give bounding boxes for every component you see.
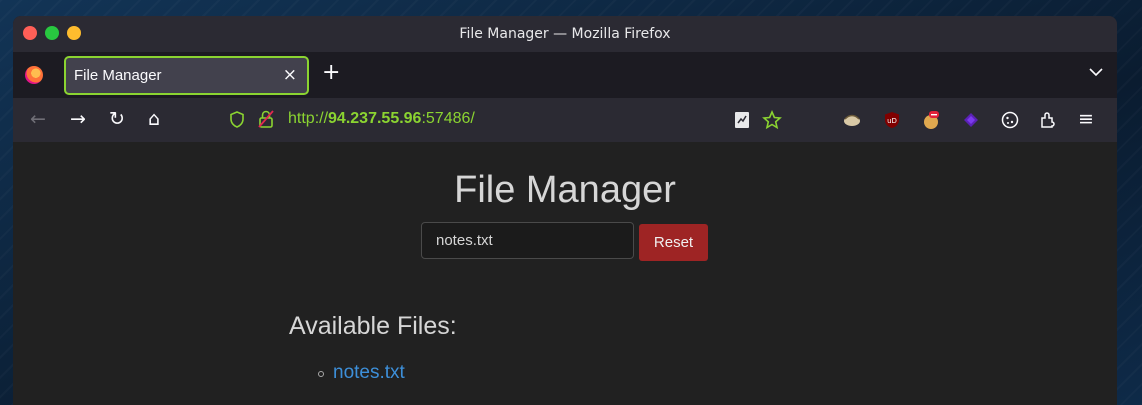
window-controls bbox=[23, 26, 81, 40]
page-content: File Manager Reset Available Files: note… bbox=[13, 142, 1117, 405]
home-button[interactable]: ⌂ bbox=[148, 109, 160, 129]
list-item: notes.txt bbox=[318, 362, 405, 384]
extensions-icon[interactable] bbox=[1038, 110, 1058, 130]
list-all-tabs-chevron-icon[interactable] bbox=[1089, 65, 1103, 81]
page-title: File Manager bbox=[454, 169, 676, 211]
back-button[interactable]: ← bbox=[30, 109, 46, 129]
wappalyzer-icon[interactable] bbox=[961, 110, 981, 130]
app-menu-button[interactable]: ≡ bbox=[1078, 109, 1094, 129]
svg-text:uD: uD bbox=[887, 117, 897, 125]
url-bar[interactable]: http://94.237.55.96:57486/ bbox=[288, 110, 475, 128]
file-link-notes[interactable]: notes.txt bbox=[333, 362, 405, 384]
ublock-origin-icon[interactable]: uD bbox=[882, 110, 902, 130]
foxyproxy-icon[interactable] bbox=[842, 110, 862, 130]
reader-view-icon[interactable] bbox=[732, 110, 752, 130]
title-bar: File Manager — Mozilla Firefox bbox=[13, 16, 1117, 52]
bullet-icon bbox=[318, 371, 324, 377]
firefox-icon[interactable] bbox=[25, 66, 43, 84]
insecure-lock-icon[interactable] bbox=[258, 110, 274, 128]
cookie-icon[interactable] bbox=[1000, 110, 1020, 130]
forward-button[interactable]: → bbox=[70, 109, 86, 129]
close-window-button[interactable] bbox=[23, 26, 37, 40]
minimize-window-button[interactable] bbox=[45, 26, 59, 40]
navigation-toolbar: ← → ↻ ⌂ http://94.237.55.96:57486/ uD ≡ bbox=[13, 98, 1117, 142]
tab-file-manager[interactable]: File Manager × bbox=[64, 56, 309, 95]
tab-label: File Manager bbox=[74, 67, 162, 84]
bookmark-star-icon[interactable] bbox=[762, 110, 782, 130]
url-scheme: http:// bbox=[288, 110, 329, 127]
filename-input[interactable] bbox=[421, 222, 634, 259]
available-files-heading: Available Files: bbox=[289, 312, 457, 340]
url-port-path: :57486/ bbox=[421, 110, 475, 127]
maximize-window-button[interactable] bbox=[67, 26, 81, 40]
cookie-editor-icon[interactable] bbox=[921, 110, 941, 130]
url-host: 94.237.55.96 bbox=[328, 110, 422, 127]
tracking-protection-shield-icon[interactable] bbox=[230, 111, 244, 128]
tab-strip: File Manager × + bbox=[13, 52, 1117, 98]
close-tab-icon[interactable]: × bbox=[283, 65, 297, 85]
file-list: notes.txt bbox=[318, 362, 405, 384]
browser-window: File Manager — Mozilla Firefox File Mana… bbox=[13, 16, 1117, 405]
new-tab-button[interactable]: + bbox=[322, 62, 340, 84]
window-title: File Manager — Mozilla Firefox bbox=[459, 26, 671, 42]
reset-button[interactable]: Reset bbox=[639, 224, 708, 261]
reload-button[interactable]: ↻ bbox=[109, 109, 125, 129]
